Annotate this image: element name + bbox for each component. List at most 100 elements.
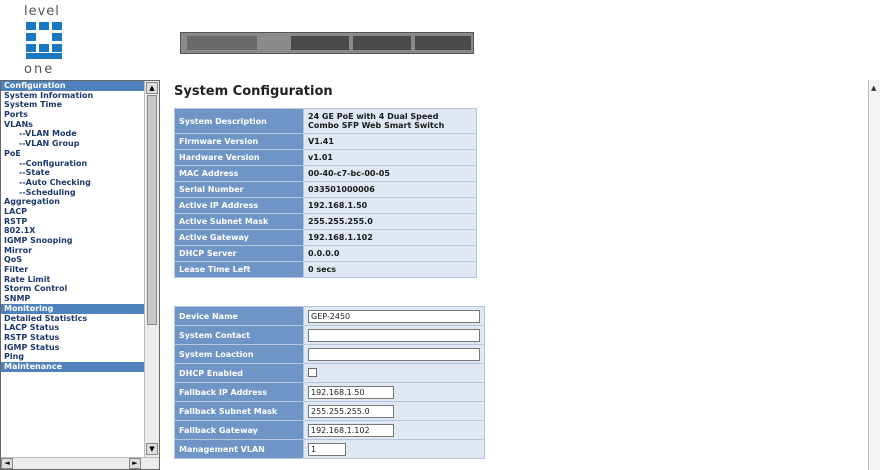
system-description-value: 24 GE PoE with 4 Dual Speed Combo SFP We… <box>304 109 476 133</box>
menu-item-ports[interactable]: Ports <box>1 110 144 120</box>
dhcp-enabled-checkbox[interactable] <box>308 367 317 377</box>
menu-item-igmp-snooping[interactable]: IGMP Snooping <box>1 236 144 246</box>
scroll-left-arrow-icon[interactable]: ◄ <box>1 458 13 469</box>
logo-top-text: level <box>24 4 60 19</box>
menu-item-system-time[interactable]: System Time <box>1 100 144 110</box>
menu-scroll-thumb[interactable] <box>147 95 157 325</box>
active-gateway-value: 192.168.1.102 <box>304 230 476 245</box>
table-row: Fallback Subnet Mask <box>175 402 484 420</box>
system-location-label: System Loaction <box>175 345 303 363</box>
scroll-right-arrow-icon[interactable]: ► <box>129 458 141 469</box>
active-gateway-label: Active Gateway <box>175 230 303 245</box>
fallback-ip-input[interactable] <box>308 385 394 399</box>
navigation-menu-frame: Configuration System Information System Ti… <box>0 80 160 470</box>
menu-vertical-scrollbar[interactable]: ▲ ▼ <box>144 81 159 457</box>
mac-address-label: MAC Address <box>175 166 303 181</box>
dhcp-server-label: DHCP Server <box>175 246 303 261</box>
menu-item-state[interactable]: --State <box>1 168 144 178</box>
menu-horizontal-scrollbar[interactable]: ◄ ► <box>1 457 159 469</box>
menu-item-lacp[interactable]: LACP <box>1 207 144 217</box>
mac-address-value: 00-40-c7-bc-00-05 <box>304 166 476 181</box>
menu-item-system-information[interactable]: System Information <box>1 91 144 101</box>
header-bar: level one <box>0 0 880 80</box>
logo-bottom-text: one <box>24 62 55 77</box>
menu-item-poe[interactable]: PoE <box>1 149 144 159</box>
fallback-subnet-mask-label: Fallback Subnet Mask <box>175 402 303 420</box>
management-vlan-input[interactable] <box>308 442 346 456</box>
system-contact-input[interactable] <box>308 328 480 342</box>
scroll-up-arrow-icon[interactable]: ▲ <box>146 82 158 94</box>
table-row: Firmware Version V1.41 <box>175 134 476 149</box>
table-row: Fallback IP Address <box>175 383 484 401</box>
menu-item-rate-limit[interactable]: Rate Limit <box>1 275 144 285</box>
menu-item-ping[interactable]: Ping <box>1 352 144 362</box>
system-contact-label: System Contact <box>175 326 303 344</box>
table-row: Management VLAN <box>175 440 484 458</box>
firmware-version-label: Firmware Version <box>175 134 303 149</box>
table-row: Lease Time Left 0 secs <box>175 262 476 277</box>
menu-item-storm-control[interactable]: Storm Control <box>1 284 144 294</box>
lease-time-value: 0 secs <box>304 262 476 277</box>
system-config-form: Device Name System Contact System Loacti… <box>174 306 485 459</box>
table-row: System Loaction <box>175 345 484 363</box>
serial-number-value: 033501000006 <box>304 182 476 197</box>
logo-grid-mark <box>26 22 62 60</box>
firmware-version-value: V1.41 <box>304 134 476 149</box>
hardware-version-value: v1.01 <box>304 150 476 165</box>
hardware-version-label: Hardware Version <box>175 150 303 165</box>
page-scroll-up-arrow-icon[interactable]: ▲ <box>871 84 876 92</box>
switch-front-panel-image <box>180 32 474 54</box>
menu-item-rstp-status[interactable]: RSTP Status <box>1 333 144 343</box>
system-info-table: System Description 24 GE PoE with 4 Dual… <box>174 108 477 278</box>
system-location-input[interactable] <box>308 347 480 361</box>
menu-item-scheduling[interactable]: --Scheduling <box>1 188 144 198</box>
fallback-gateway-label: Fallback Gateway <box>175 421 303 439</box>
menu-item-lacp-status[interactable]: LACP Status <box>1 323 144 333</box>
scroll-down-arrow-icon[interactable]: ▼ <box>146 443 158 455</box>
navigation-menu: Configuration System Information System Ti… <box>1 81 144 372</box>
table-row: DHCP Server 0.0.0.0 <box>175 246 476 261</box>
fallback-ip-label: Fallback IP Address <box>175 383 303 401</box>
table-row: Fallback Gateway <box>175 421 484 439</box>
device-name-label: Device Name <box>175 307 303 325</box>
menu-item-802-1x[interactable]: 802.1X <box>1 226 144 236</box>
table-row: Active Gateway 192.168.1.102 <box>175 230 476 245</box>
lease-time-label: Lease Time Left <box>175 262 303 277</box>
table-row: Hardware Version v1.01 <box>175 150 476 165</box>
menu-item-auto-checking[interactable]: --Auto Checking <box>1 178 144 188</box>
system-description-label: System Description <box>175 109 303 133</box>
dhcp-server-value: 0.0.0.0 <box>304 246 476 261</box>
active-ip-label: Active IP Address <box>175 198 303 213</box>
menu-item-aggregation[interactable]: Aggregation <box>1 197 144 207</box>
menu-item-mirror[interactable]: Mirror <box>1 246 144 256</box>
table-row: Active Subnet Mask 255.255.255.0 <box>175 214 476 229</box>
menu-item-filter[interactable]: Filter <box>1 265 144 275</box>
menu-item-detailed-statistics[interactable]: Detailed Statistics <box>1 314 144 324</box>
table-row: Device Name <box>175 307 484 325</box>
active-subnet-mask-label: Active Subnet Mask <box>175 214 303 229</box>
menu-section-configuration[interactable]: Configuration <box>1 81 144 91</box>
menu-item-snmp[interactable]: SNMP <box>1 294 144 304</box>
main-content: System Configuration System Description … <box>160 80 868 470</box>
dhcp-enabled-label: DHCP Enabled <box>175 364 303 382</box>
table-row: Active IP Address 192.168.1.50 <box>175 198 476 213</box>
menu-section-maintenance[interactable]: Maintenance <box>1 361 144 372</box>
menu-item-vlans[interactable]: VLANs <box>1 120 144 130</box>
menu-item-igmp-status[interactable]: IGMP Status <box>1 343 144 353</box>
menu-item-qos[interactable]: QoS <box>1 255 144 265</box>
fallback-gateway-input[interactable] <box>308 423 394 437</box>
device-name-input[interactable] <box>308 309 480 323</box>
active-ip-value: 192.168.1.50 <box>304 198 476 213</box>
table-row: MAC Address 00-40-c7-bc-00-05 <box>175 166 476 181</box>
level-one-logo: level one <box>10 4 76 78</box>
menu-item-vlan-mode[interactable]: --VLAN Mode <box>1 129 144 139</box>
fallback-subnet-mask-input[interactable] <box>308 404 394 418</box>
menu-item-vlan-group[interactable]: --VLAN Group <box>1 139 144 149</box>
serial-number-label: Serial Number <box>175 182 303 197</box>
management-vlan-label: Management VLAN <box>175 440 303 458</box>
menu-item-rstp[interactable]: RSTP <box>1 217 144 227</box>
menu-item-configuration[interactable]: --Configuration <box>1 159 144 169</box>
page-title: System Configuration <box>174 84 333 99</box>
page-vertical-scrollbar[interactable]: ▲ <box>868 80 880 470</box>
menu-section-monitoring[interactable]: Monitoring <box>1 303 144 314</box>
